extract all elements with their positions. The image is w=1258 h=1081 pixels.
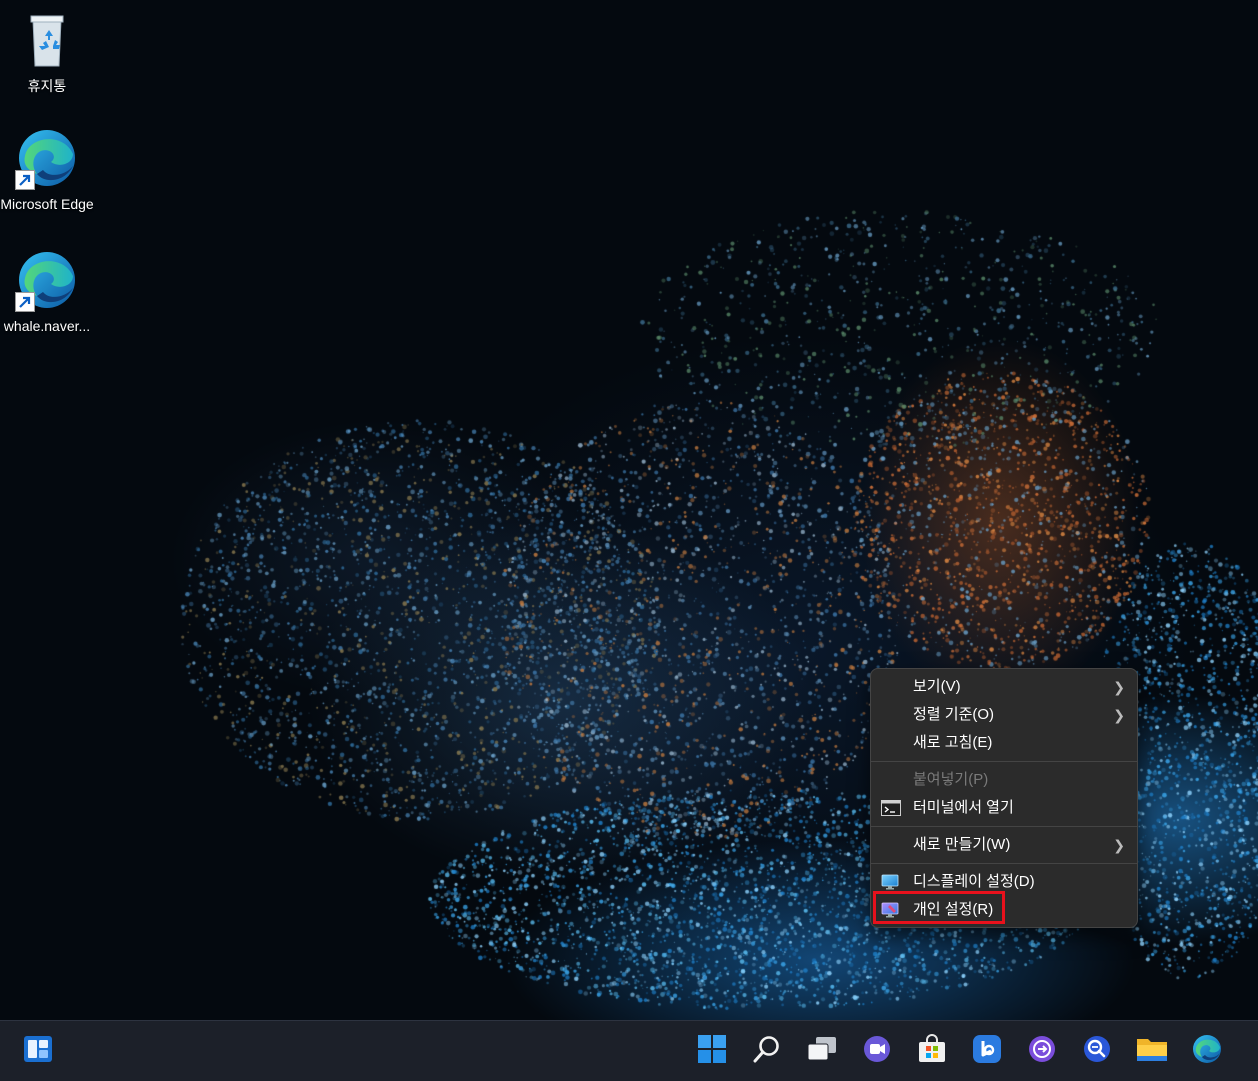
desktop[interactable]: 휴지통 Microsoft Edge whale.naver... 보기(V) …	[0, 0, 1258, 1020]
desktop-icon-microsoft-edge[interactable]: Microsoft Edge	[0, 126, 94, 214]
menu-item-new[interactable]: 새로 만들기(W) ❯	[871, 831, 1137, 859]
copilot-button[interactable]	[1024, 1033, 1060, 1069]
file-explorer-button[interactable]	[1134, 1033, 1170, 1069]
app-icon	[1082, 1034, 1112, 1069]
start-icon	[697, 1034, 727, 1069]
widgets-button[interactable]	[20, 1033, 56, 1069]
search-icon	[752, 1034, 782, 1069]
edge-icon	[15, 248, 79, 312]
highlight-annotation-box	[873, 891, 1005, 924]
shortcut-arrow-icon	[15, 292, 35, 312]
chat-icon	[862, 1034, 892, 1069]
task-view-button[interactable]	[804, 1033, 840, 1069]
display-settings-icon	[881, 873, 901, 891]
menu-item-label: 정렬 기준(O)	[913, 706, 995, 723]
desktop-icon-whale[interactable]: whale.naver...	[0, 248, 94, 336]
menu-item-label: 디스플레이 설정(D)	[913, 873, 1035, 890]
menu-item-label: 터미널에서 열기	[913, 799, 1014, 816]
desktop-icon-label: 휴지통	[27, 78, 67, 94]
desktop-icon-label: whale.naver...	[3, 318, 91, 334]
menu-item-label: 붙여넣기(P)	[913, 771, 989, 788]
chevron-right-icon: ❯	[1113, 707, 1125, 723]
bing-icon	[972, 1034, 1002, 1069]
file-explorer-icon	[1136, 1035, 1168, 1068]
desktop-icon-recycle-bin[interactable]: 휴지통	[0, 8, 94, 96]
menu-item-paste: 붙여넣기(P)	[871, 766, 1137, 794]
menu-item-label: 새로 만들기(W)	[913, 836, 1011, 853]
chevron-right-icon: ❯	[1113, 679, 1125, 695]
menu-item-label: 보기(V)	[913, 678, 961, 695]
menu-item-open-in-terminal[interactable]: 터미널에서 열기	[871, 794, 1137, 822]
menu-separator	[871, 761, 1137, 762]
bing-button[interactable]	[969, 1033, 1005, 1069]
edge-icon	[15, 126, 79, 190]
menu-separator	[871, 863, 1137, 864]
menu-item-sort-by[interactable]: 정렬 기준(O) ❯	[871, 701, 1137, 729]
desktop-icon-label: Microsoft Edge	[0, 194, 93, 214]
desktop-icon-label-text: Microsoft Edge	[0, 196, 94, 212]
edge-icon	[1191, 1033, 1223, 1070]
menu-item-refresh[interactable]: 새로 고침(E)	[871, 729, 1137, 757]
chat-button[interactable]	[859, 1033, 895, 1069]
menu-item-label: 새로 고침(E)	[913, 734, 993, 751]
task-view-icon	[806, 1035, 838, 1068]
chevron-right-icon: ❯	[1113, 837, 1125, 853]
search-button[interactable]	[749, 1033, 785, 1069]
recycle-bin-icon	[15, 8, 79, 72]
widgets-icon	[23, 1035, 53, 1068]
desktop-context-menu: 보기(V) ❯ 정렬 기준(O) ❯ 새로 고침(E) 붙여넣기(P) 터미널에…	[870, 668, 1138, 928]
taskbar	[0, 1020, 1258, 1081]
edge-button[interactable]	[1189, 1033, 1225, 1069]
microsoft-store-icon	[917, 1033, 947, 1069]
microsoft-store-button[interactable]	[914, 1033, 950, 1069]
menu-separator	[871, 826, 1137, 827]
shortcut-arrow-icon	[15, 170, 35, 190]
app-button[interactable]	[1079, 1033, 1115, 1069]
terminal-icon	[881, 799, 901, 817]
start-button[interactable]	[694, 1033, 730, 1069]
menu-item-view[interactable]: 보기(V) ❯	[871, 673, 1137, 701]
copilot-icon	[1027, 1034, 1057, 1069]
